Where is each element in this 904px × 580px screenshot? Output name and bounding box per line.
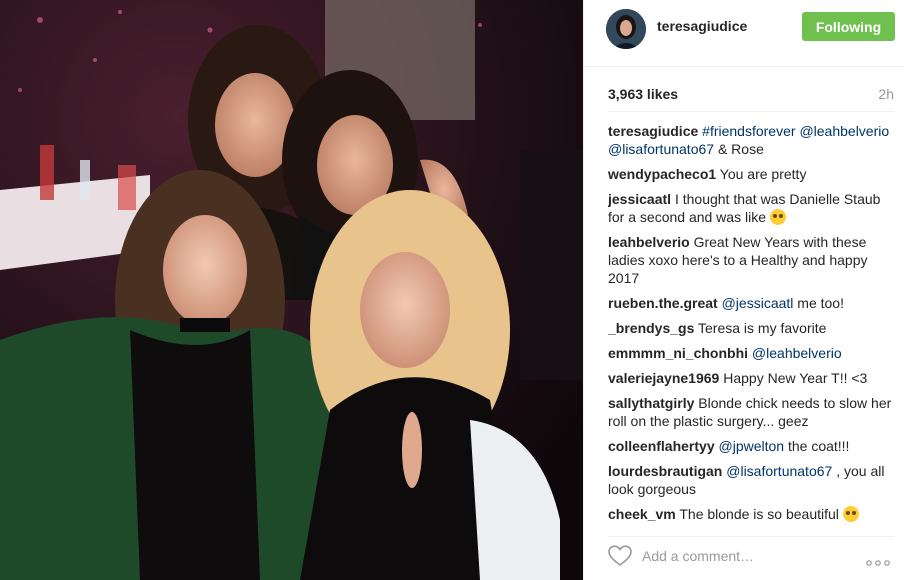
divider [608,111,894,112]
avatar[interactable] [606,9,646,49]
comment-item: rueben.the.great @jessicaatl me too! [608,294,898,312]
comment-item: emmmm_ni_chonbhi @leahbelverio [608,344,898,362]
likes-count[interactable]: 3,963 likes [608,86,678,102]
comment-username[interactable]: teresagiudice [608,123,698,139]
post-username[interactable]: teresagiudice [657,18,747,34]
comment-username[interactable]: leahbelverio [608,234,690,250]
comment-text: & Rose [714,141,764,157]
comment-item: colleenflahertyy @jpwelton the coat!!! [608,437,898,455]
comment-username[interactable]: valeriejayne1969 [608,370,719,386]
comment-text: me too! [793,295,844,311]
comment-text: Happy New Year T!! <3 [723,370,868,386]
add-comment-input[interactable] [642,546,862,566]
comment-item: sallythatgirly Blonde chick needs to slo… [608,394,898,430]
comment-text: The blonde is so beautiful [679,506,839,522]
comment-username[interactable]: wendypacheco1 [608,166,716,182]
comment-username[interactable]: emmmm_ni_chonbhi [608,345,748,361]
comment-link[interactable]: @jpwelton [719,438,785,454]
post-sidebar: teresagiudice Following 3,963 likes 2h t… [583,0,904,580]
flushed-face-icon [769,209,786,225]
comment-link[interactable]: @jessicaatl [722,295,794,311]
comment-username[interactable]: lourdesbrautigan [608,463,722,479]
comment-text: the coat!!! [784,438,850,454]
post-photo[interactable] [0,0,583,580]
comment-list[interactable]: teresagiudice #friendsforever @leahbelve… [608,122,898,524]
heart-eyes-face-icon [842,506,859,522]
heart-outline-icon[interactable] [608,545,632,572]
add-comment-row [608,536,894,573]
comment-item: lourdesbrautigan @lisafortunato67 , you … [608,462,898,498]
comment-link[interactable]: @lisafortunato67 [608,141,714,157]
comment-item: leahbelverio Great New Years with these … [608,233,898,287]
post-time[interactable]: 2h [878,86,894,102]
post-header: teresagiudice Following [584,0,904,67]
photo-image [0,0,583,580]
comment-username[interactable]: _brendys_gs [608,320,694,336]
comment-item: wendypacheco1 You are pretty [608,165,898,183]
comment-username[interactable]: sallythatgirly [608,395,694,411]
following-button[interactable]: Following [802,12,895,41]
comment-username[interactable]: cheek_vm [608,506,676,522]
likes-row: 3,963 likes 2h [608,86,894,106]
comment-item: _brendys_gs Teresa is my favorite [608,319,898,337]
comment-link[interactable]: #friendsforever [702,123,795,139]
more-options-icon[interactable] [866,553,890,571]
comment-link[interactable]: @leahbelverio [799,123,889,139]
comment-text: You are pretty [719,166,807,182]
comment-item: cheek_vm The blonde is so beautiful [608,505,898,523]
comment-item: jessicaatl I thought that was Danielle S… [608,190,898,226]
avatar-image [606,9,646,49]
comment-username[interactable]: colleenflahertyy [608,438,715,454]
comment-link[interactable]: @lisafortunato67 [726,463,832,479]
comment-item: valeriejayne1969 Happy New Year T!! <3 [608,369,898,387]
comment-item: teresagiudice #friendsforever @leahbelve… [608,122,898,158]
comment-username[interactable]: jessicaatl [608,191,671,207]
comment-link[interactable]: @leahbelverio [752,345,842,361]
comment-text: Teresa is my favorite [698,320,827,336]
comment-username[interactable]: rueben.the.great [608,295,718,311]
